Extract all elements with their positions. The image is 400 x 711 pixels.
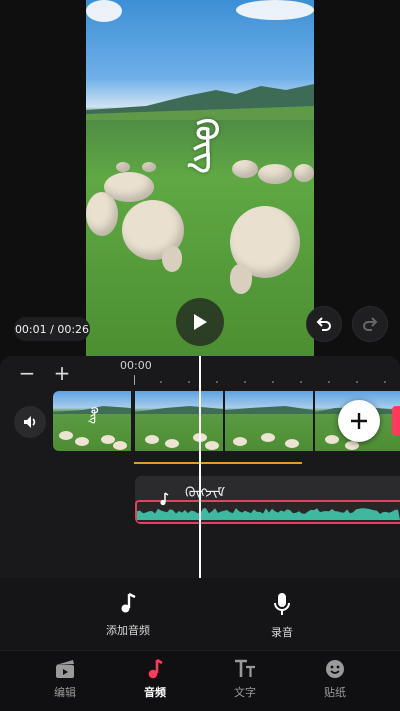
microphone-icon [274, 593, 290, 615]
tab-edit-label: 编辑 [54, 686, 76, 699]
audio-actions-row: 添加音频 录音 [0, 578, 400, 650]
play-icon [194, 314, 207, 330]
bottom-tab-bar: 编辑 音频 文字 贴纸 [0, 650, 400, 711]
tab-sticker-label: 贴纸 [324, 686, 346, 699]
clapperboard-icon [56, 660, 74, 678]
undo-icon [316, 317, 331, 331]
sheep [232, 160, 258, 178]
audio-track[interactable]: ᠬᠥᠭᠵᠢᠮ [135, 476, 400, 524]
music-note-icon [148, 659, 163, 679]
tab-text-label: 文字 [234, 686, 256, 699]
sheep [122, 200, 184, 272]
sheep [294, 164, 314, 182]
playhead[interactable] [199, 356, 201, 578]
plus-icon [351, 413, 367, 429]
music-note-icon [121, 592, 136, 613]
redo-button[interactable] [352, 306, 388, 342]
zoom-out-button[interactable]: − [16, 361, 38, 385]
video-caption-text[interactable]: ᠬᠥᠭ [188, 118, 223, 173]
add-audio-label: 添加音频 [106, 624, 150, 637]
sheep [258, 164, 292, 184]
text-icon [235, 659, 255, 677]
audio-track-label: ᠬᠥᠭᠵᠢᠮ [185, 485, 225, 501]
audio-waveform [137, 508, 400, 520]
video-clip-thumbnail[interactable] [225, 391, 313, 451]
time-ruler[interactable] [134, 375, 400, 387]
tab-audio[interactable]: 音频 [125, 659, 185, 700]
sheep [230, 206, 300, 294]
cloud [236, 0, 314, 20]
zoom-in-button[interactable]: + [51, 361, 73, 385]
video-clip-thumbnail[interactable] [135, 391, 223, 451]
record-button[interactable]: 录音 [232, 592, 332, 640]
tab-text[interactable]: 文字 [215, 659, 275, 700]
text-track-bar[interactable] [134, 462, 302, 464]
tab-sticker[interactable]: 贴纸 [305, 659, 365, 700]
sheep [104, 172, 154, 202]
sheep [116, 162, 130, 172]
record-label: 录音 [271, 626, 293, 639]
redo-icon [363, 317, 378, 331]
add-clip-button[interactable] [338, 400, 380, 442]
play-button[interactable] [176, 298, 224, 346]
track-edge-marker [392, 406, 400, 436]
cloud [86, 0, 122, 22]
ruler-time-label: 00:00 [120, 359, 152, 372]
mountain-range [86, 84, 314, 120]
sheep [142, 162, 156, 172]
undo-button[interactable] [306, 306, 342, 342]
time-readout: 00:01 / 00:26 [14, 317, 90, 341]
mute-audio-button[interactable] [14, 406, 46, 438]
clip-caption-text: ᠬᠥᠭ [88, 407, 98, 424]
tab-audio-label: 音频 [144, 686, 166, 699]
sticker-smile-icon [326, 660, 344, 678]
video-clip-thumbnail[interactable]: ᠬᠥᠭ [53, 391, 131, 451]
add-audio-button[interactable]: 添加音频 [78, 592, 178, 638]
speaker-icon [24, 416, 36, 428]
tab-edit[interactable]: 编辑 [35, 659, 95, 700]
